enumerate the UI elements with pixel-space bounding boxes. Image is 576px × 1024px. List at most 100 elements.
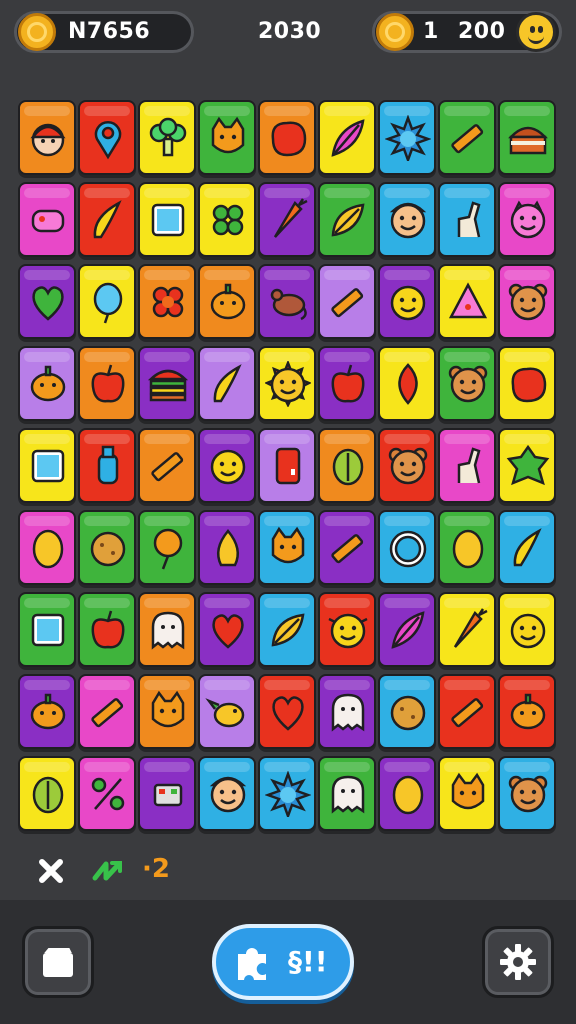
tile[interactable] bbox=[78, 428, 136, 503]
tile[interactable] bbox=[498, 182, 556, 257]
tile[interactable] bbox=[258, 346, 316, 421]
tile[interactable] bbox=[78, 592, 136, 667]
tile[interactable] bbox=[378, 100, 436, 175]
tile[interactable] bbox=[78, 264, 136, 339]
tile[interactable] bbox=[138, 182, 196, 257]
tile[interactable] bbox=[258, 100, 316, 175]
tablet-icon bbox=[31, 613, 65, 647]
tile[interactable] bbox=[198, 264, 256, 339]
tile[interactable] bbox=[438, 756, 496, 831]
tile[interactable] bbox=[198, 346, 256, 421]
tile[interactable] bbox=[18, 674, 76, 749]
tile[interactable] bbox=[78, 182, 136, 257]
tile[interactable] bbox=[138, 100, 196, 175]
tile[interactable] bbox=[78, 756, 136, 831]
tile[interactable] bbox=[498, 264, 556, 339]
tile[interactable] bbox=[78, 674, 136, 749]
tile[interactable] bbox=[498, 100, 556, 175]
heart-leaf-icon bbox=[32, 286, 64, 321]
tile[interactable] bbox=[258, 592, 316, 667]
tile[interactable] bbox=[438, 510, 496, 585]
tile[interactable] bbox=[318, 510, 376, 585]
tile[interactable] bbox=[138, 346, 196, 421]
bear-face-icon bbox=[508, 775, 548, 813]
shuffle-icon[interactable] bbox=[92, 858, 122, 884]
tile[interactable] bbox=[438, 674, 496, 749]
tile[interactable] bbox=[318, 428, 376, 503]
tile[interactable] bbox=[498, 510, 556, 585]
tile[interactable] bbox=[498, 346, 556, 421]
tile[interactable] bbox=[138, 428, 196, 503]
tile[interactable] bbox=[258, 510, 316, 585]
tile[interactable] bbox=[498, 592, 556, 667]
tile[interactable] bbox=[318, 592, 376, 667]
tile[interactable] bbox=[198, 674, 256, 749]
tile[interactable] bbox=[198, 100, 256, 175]
tile[interactable] bbox=[258, 674, 316, 749]
tile[interactable] bbox=[198, 592, 256, 667]
tile[interactable] bbox=[438, 346, 496, 421]
tile[interactable] bbox=[438, 182, 496, 257]
tile-board bbox=[18, 100, 558, 840]
tile[interactable] bbox=[498, 428, 556, 503]
tile[interactable] bbox=[498, 674, 556, 749]
tile[interactable] bbox=[378, 264, 436, 339]
tile[interactable] bbox=[318, 756, 376, 831]
tile[interactable] bbox=[138, 592, 196, 667]
tile[interactable] bbox=[78, 346, 136, 421]
tile[interactable] bbox=[18, 510, 76, 585]
tile[interactable] bbox=[378, 182, 436, 257]
tile[interactable] bbox=[18, 182, 76, 257]
tile[interactable] bbox=[18, 346, 76, 421]
leaf-icon bbox=[398, 363, 418, 405]
tile[interactable] bbox=[198, 428, 256, 503]
tile[interactable] bbox=[378, 592, 436, 667]
settings-button[interactable] bbox=[482, 926, 554, 998]
ghost-icon bbox=[331, 693, 365, 732]
tile[interactable] bbox=[438, 592, 496, 667]
tile[interactable] bbox=[198, 756, 256, 831]
banana-icon bbox=[213, 364, 242, 403]
tile[interactable] bbox=[378, 346, 436, 421]
tile[interactable] bbox=[378, 428, 436, 503]
tile[interactable] bbox=[138, 510, 196, 585]
tile[interactable] bbox=[78, 100, 136, 175]
tile[interactable] bbox=[318, 264, 376, 339]
tile[interactable] bbox=[378, 510, 436, 585]
smiley-icon[interactable] bbox=[516, 12, 556, 52]
tile[interactable] bbox=[198, 182, 256, 257]
tile[interactable] bbox=[498, 756, 556, 831]
tile[interactable] bbox=[138, 264, 196, 339]
tile[interactable] bbox=[438, 264, 496, 339]
crayon-icon bbox=[331, 534, 364, 564]
tile[interactable] bbox=[378, 674, 436, 749]
tile[interactable] bbox=[258, 264, 316, 339]
tile[interactable] bbox=[198, 510, 256, 585]
tile[interactable] bbox=[318, 346, 376, 421]
close-icon[interactable] bbox=[38, 858, 64, 884]
sun-face-icon bbox=[265, 361, 311, 407]
tile[interactable] bbox=[318, 182, 376, 257]
tile[interactable] bbox=[378, 756, 436, 831]
tile[interactable] bbox=[438, 100, 496, 175]
tile[interactable] bbox=[318, 100, 376, 175]
tile[interactable] bbox=[138, 674, 196, 749]
tile[interactable] bbox=[258, 428, 316, 503]
tile[interactable] bbox=[138, 756, 196, 831]
tile[interactable] bbox=[318, 674, 376, 749]
tile[interactable] bbox=[258, 182, 316, 257]
tile[interactable] bbox=[18, 264, 76, 339]
tile[interactable] bbox=[18, 100, 76, 175]
man-face-icon bbox=[209, 776, 247, 813]
heart-icon bbox=[212, 614, 244, 649]
tile[interactable] bbox=[258, 756, 316, 831]
broccoli-icon bbox=[149, 117, 187, 157]
tile[interactable] bbox=[18, 428, 76, 503]
llama-icon bbox=[457, 201, 481, 238]
tile[interactable] bbox=[78, 510, 136, 585]
tile[interactable] bbox=[438, 428, 496, 503]
tile[interactable] bbox=[18, 756, 76, 831]
menu-button[interactable] bbox=[22, 926, 94, 998]
hint-button[interactable]: §!! bbox=[212, 924, 354, 1000]
tile[interactable] bbox=[18, 592, 76, 667]
